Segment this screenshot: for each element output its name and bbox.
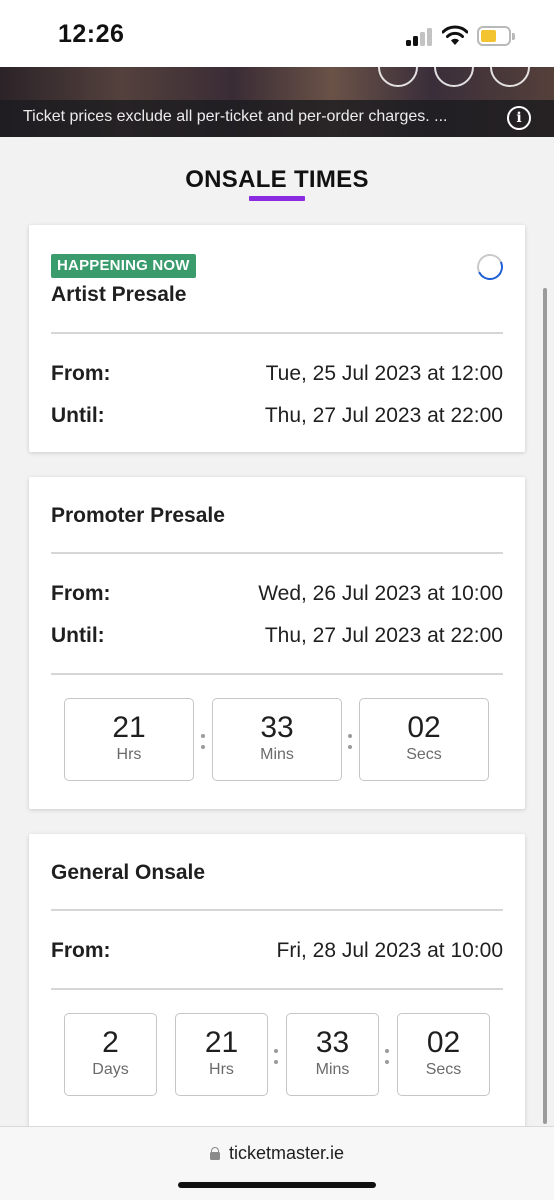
url-domain[interactable]: ticketmaster.ie (229, 1143, 344, 1164)
wifi-icon (442, 25, 468, 45)
countdown-unit: Hrs (116, 746, 142, 763)
info-icon[interactable]: i (507, 106, 531, 130)
price-notice-banner: Ticket prices exclude all per-ticket and… (0, 100, 554, 137)
divider (51, 909, 503, 911)
countdown-unit: Secs (406, 746, 442, 763)
countdown-hours-box: 21 Hrs (64, 698, 194, 781)
divider (51, 552, 503, 554)
from-value: Wed, 26 Jul 2023 at 10:00 (258, 582, 503, 605)
countdown-separator (274, 1049, 278, 1065)
until-label: Until: (51, 624, 105, 647)
countdown-separator (385, 1049, 389, 1065)
price-notice-text: Ticket prices exclude all per-ticket and… (23, 108, 448, 125)
card-title: General Onsale (51, 861, 206, 884)
from-label: From: (51, 582, 111, 605)
until-value: Thu, 27 Jul 2023 at 22:00 (264, 404, 503, 427)
artist-presale-card: HAPPENING NOW Artist Presale From: Tue, … (29, 225, 525, 452)
title-underline (249, 196, 305, 201)
countdown-value: 2 (102, 1026, 119, 1059)
until-value: Thu, 27 Jul 2023 at 22:00 (264, 624, 503, 647)
from-label: From: (51, 939, 111, 962)
cellular-signal-icon (406, 28, 434, 46)
from-value: Tue, 25 Jul 2023 at 12:00 (265, 362, 503, 385)
countdown-minutes-box: 33 Mins (212, 698, 342, 781)
countdown-value: 21 (204, 1026, 239, 1059)
countdown-separator (348, 734, 352, 750)
until-label: Until: (51, 404, 105, 427)
countdown-seconds-box: 02 Secs (359, 698, 489, 781)
status-time: 12:26 (58, 20, 125, 48)
from-value: Fri, 28 Jul 2023 at 10:00 (276, 939, 503, 962)
countdown-minutes-box: 33 Mins (286, 1013, 379, 1096)
countdown-value: 02 (407, 711, 441, 744)
countdown-unit: Days (92, 1061, 129, 1078)
countdown-hours-box: 21 Hrs (175, 1013, 268, 1096)
divider (51, 988, 503, 990)
countdown-value: 21 (112, 711, 146, 744)
divider (51, 673, 503, 675)
card-title: Artist Presale (51, 283, 187, 306)
countdown-unit: Mins (260, 746, 294, 763)
section-title: ONSALE TIMES (185, 166, 369, 193)
countdown-value: 33 (260, 711, 294, 744)
happening-now-badge: HAPPENING NOW (51, 254, 196, 278)
countdown-value: 02 (426, 1026, 461, 1059)
countdown-value: 33 (315, 1026, 350, 1059)
battery-icon (477, 26, 515, 46)
countdown-unit: Hrs (209, 1061, 234, 1078)
general-onsale-card: General Onsale From: Fri, 28 Jul 2023 at… (29, 834, 525, 1134)
event-hero-image: Ticket prices exclude all per-ticket and… (0, 47, 554, 137)
countdown-unit: Secs (425, 1061, 462, 1078)
hero-action-button[interactable] (378, 47, 418, 87)
countdown-unit: Mins (315, 1061, 350, 1078)
promoter-presale-card: Promoter Presale From: Wed, 26 Jul 2023 … (29, 477, 525, 809)
home-indicator[interactable] (178, 1182, 376, 1188)
scrollbar[interactable] (543, 288, 547, 1124)
hero-action-button[interactable] (434, 47, 474, 87)
loading-spinner-icon (473, 250, 507, 284)
browser-url-bar[interactable]: ticketmaster.ie (0, 1126, 554, 1200)
countdown-separator (201, 734, 205, 750)
lock-icon (210, 1147, 220, 1160)
countdown-seconds-box: 02 Secs (397, 1013, 490, 1096)
card-title: Promoter Presale (51, 504, 225, 527)
countdown-days-box: 2 Days (64, 1013, 157, 1096)
from-label: From: (51, 362, 111, 385)
hero-action-button[interactable] (490, 47, 530, 87)
divider (51, 332, 503, 334)
